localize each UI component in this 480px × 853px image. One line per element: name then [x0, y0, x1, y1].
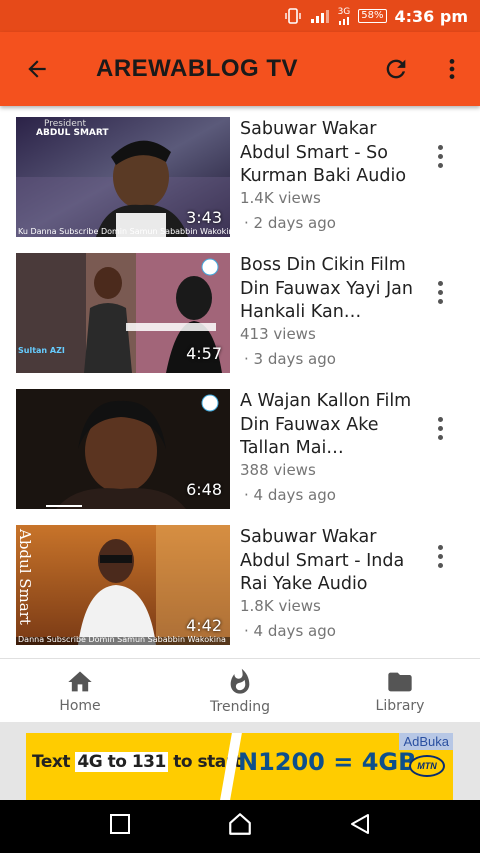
video-views: 413 views	[240, 325, 316, 343]
video-thumbnail[interactable]: Abdul Smart Danna Subscribe Domin Samun …	[16, 525, 230, 645]
video-age: · 2 days ago	[244, 214, 336, 232]
vibrate-icon	[284, 7, 302, 25]
mtn-logo-icon: MTN	[409, 755, 445, 777]
thumbnail-name-text: ABDUL SMART	[36, 128, 109, 138]
app-title: AREWABLOG TV	[96, 55, 298, 82]
more-dot-icon	[437, 298, 443, 304]
arrow-left-icon	[28, 60, 46, 78]
video-age: · 4 days ago	[244, 622, 336, 640]
more-dot-icon	[437, 153, 443, 159]
video-item[interactable]: 6:48 A Wajan Kallon Film Din Fauwax Ake …	[0, 389, 480, 525]
video-duration: 6:48	[186, 480, 222, 499]
video-item[interactable]: President ABDUL SMART Ku Danna Subscribe…	[0, 117, 480, 253]
video-views: 388 views	[240, 461, 316, 479]
refresh-button[interactable]	[368, 32, 424, 106]
system-navigation-bar	[0, 800, 480, 853]
video-thumbnail[interactable]: Sultan AZI 4:57	[16, 253, 230, 373]
ad-left-text: Text 4G to 131 to start	[32, 752, 242, 772]
more-dot-icon	[437, 144, 443, 150]
app-bar: AREWABLOG TV	[0, 32, 480, 106]
thumbnail-name-text: Abdul Smart	[16, 529, 34, 625]
nav-trending-label: Trending	[210, 698, 270, 715]
more-dot-icon	[437, 416, 443, 422]
battery-indicator: 58%	[358, 9, 387, 23]
video-duration: 4:42	[186, 616, 222, 635]
status-time: 4:36 pm	[394, 6, 469, 26]
video-more-button[interactable]	[428, 413, 452, 443]
network-type-label: 3G	[337, 6, 351, 17]
video-more-button[interactable]	[428, 277, 452, 307]
more-vert-icon	[449, 59, 455, 79]
nav-library-label: Library	[375, 697, 425, 714]
battery-level: 58%	[361, 10, 384, 21]
mtn-logo-text: MTN	[417, 761, 437, 771]
video-title[interactable]: Sabuwar Wakar Abdul Smart - So Kurman Ba…	[240, 118, 416, 188]
video-thumbnail[interactable]: 6:48	[16, 389, 230, 509]
ad-banner[interactable]: Text 4G to 131 to start N1200 = 4GB MTN …	[26, 733, 453, 800]
home-outline-icon	[229, 813, 251, 835]
triangle-back-icon	[351, 814, 370, 834]
video-meta: Sabuwar Wakar Abdul Smart - So Kurman Ba…	[240, 118, 416, 232]
network-type-icon: 3G	[337, 6, 351, 25]
video-meta: A Wajan Kallon Film Din Fauwax Ake Talla…	[240, 390, 416, 504]
thumbnail-caption: Danna Subscribe Domin Samun Sababbin Wak…	[18, 635, 226, 644]
thumbnail-caption: Ku Danna Subscribe Domin Samun Sababbin …	[18, 227, 230, 236]
ad-area: Text 4G to 131 to start N1200 = 4GB MTN …	[0, 722, 480, 800]
video-duration: 3:43	[186, 208, 222, 227]
nav-home[interactable]: Home	[0, 659, 160, 722]
nav-library[interactable]: Library	[320, 659, 480, 722]
overflow-menu-button[interactable]	[424, 32, 480, 106]
ad-label: AdBuka	[399, 733, 453, 750]
nav-trending[interactable]: Trending	[160, 659, 320, 722]
video-more-button[interactable]	[428, 141, 452, 171]
video-item[interactable]: Abdul Smart Danna Subscribe Domin Samun …	[0, 525, 480, 658]
video-age: · 4 days ago	[244, 486, 336, 504]
more-dot-icon	[437, 162, 443, 168]
square-icon	[109, 814, 130, 834]
video-age: · 3 days ago	[244, 350, 336, 368]
home-icon	[68, 671, 92, 691]
video-title[interactable]: Boss Din Cikin Film Din Fauwax Yayi Jan …	[240, 254, 416, 324]
recents-button[interactable]	[108, 812, 132, 841]
ad-left-text-1: Text	[32, 752, 76, 772]
thumbnail-caption: Sultan AZI	[18, 346, 65, 355]
video-thumbnail[interactable]: President ABDUL SMART Ku Danna Subscribe…	[16, 117, 230, 237]
status-bar: 3G 58% 4:36 pm	[0, 0, 480, 32]
video-list[interactable]: President ABDUL SMART Ku Danna Subscribe…	[0, 106, 480, 658]
video-views: 1.8K views	[240, 597, 321, 615]
video-views: 1.4K views	[240, 189, 321, 207]
video-title[interactable]: Sabuwar Wakar Abdul Smart - Inda Rai Yak…	[240, 526, 416, 596]
more-dot-icon	[437, 562, 443, 568]
home-system-button[interactable]	[227, 811, 253, 842]
nav-home-label: Home	[59, 697, 101, 714]
more-dot-icon	[437, 289, 443, 295]
back-system-button[interactable]	[348, 811, 372, 842]
video-duration: 4:57	[186, 344, 222, 363]
signal-icon	[310, 8, 330, 24]
folder-icon	[388, 672, 412, 691]
more-dot-icon	[437, 544, 443, 550]
ad-left-boxed: 4G to 131	[75, 752, 168, 772]
bottom-navigation: Home Trending Library	[0, 658, 480, 722]
video-meta: Sabuwar Wakar Abdul Smart - Inda Rai Yak…	[240, 526, 416, 640]
refresh-icon	[386, 59, 406, 79]
video-title[interactable]: A Wajan Kallon Film Din Fauwax Ake Talla…	[240, 390, 416, 460]
more-dot-icon	[437, 434, 443, 440]
video-item[interactable]: Sultan AZI 4:57 Boss Din Cikin Film Din …	[0, 253, 480, 389]
ad-right-text: N1200 = 4GB	[238, 748, 417, 776]
more-dot-icon	[437, 425, 443, 431]
flame-icon	[230, 668, 250, 694]
more-dot-icon	[437, 553, 443, 559]
more-dot-icon	[437, 280, 443, 286]
back-button[interactable]	[0, 32, 74, 106]
video-meta: Boss Din Cikin Film Din Fauwax Yayi Jan …	[240, 254, 416, 368]
video-more-button[interactable]	[428, 541, 452, 571]
